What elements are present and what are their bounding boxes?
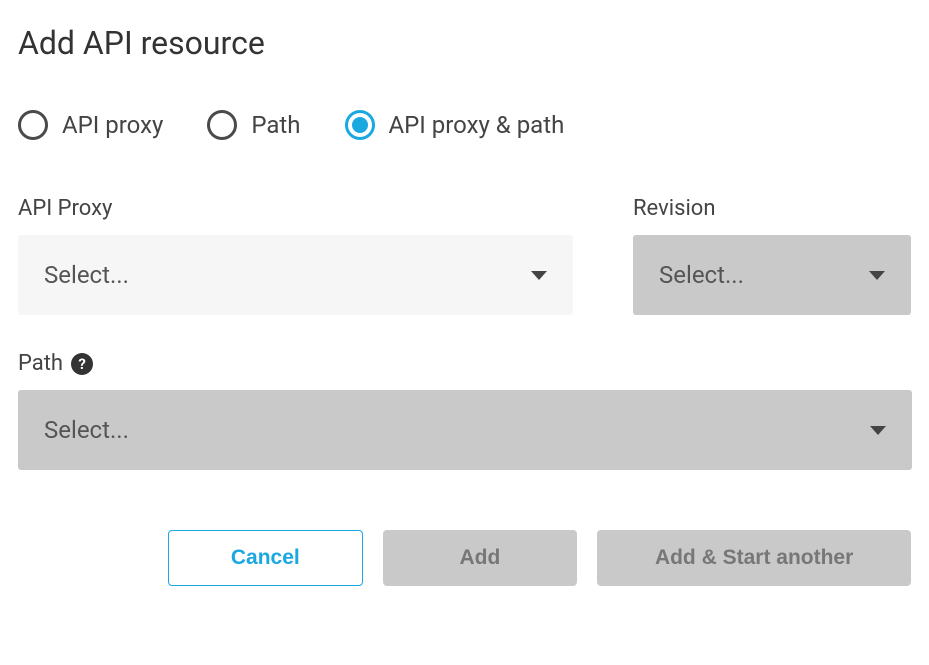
- help-icon[interactable]: ?: [71, 353, 93, 375]
- radio-api-proxy-and-path[interactable]: API proxy & path: [345, 110, 565, 140]
- radio-icon: [18, 110, 48, 140]
- select-placeholder: Select...: [44, 261, 129, 289]
- cancel-button[interactable]: Cancel: [168, 530, 363, 586]
- select-api-proxy[interactable]: Select...: [18, 235, 573, 315]
- add-and-start-another-button[interactable]: Add & Start another: [597, 530, 911, 586]
- chevron-down-icon: [869, 271, 885, 280]
- field-revision: Revision Select...: [633, 196, 911, 315]
- field-label-revision: Revision: [633, 196, 911, 221]
- form-row-proxy-revision: API Proxy Select... Revision Select...: [18, 196, 911, 315]
- radio-label: Path: [251, 111, 300, 139]
- radio-inner-dot: [352, 117, 368, 133]
- field-label-path: Path ?: [18, 351, 912, 376]
- action-button-row: Cancel Add Add & Start another: [18, 530, 911, 586]
- radio-icon-selected: [345, 110, 375, 140]
- chevron-down-icon: [870, 426, 886, 435]
- radio-icon: [207, 110, 237, 140]
- resource-type-radio-group: API proxy Path API proxy & path: [18, 110, 911, 140]
- radio-api-proxy[interactable]: API proxy: [18, 110, 163, 140]
- radio-path[interactable]: Path: [207, 110, 300, 140]
- field-api-proxy: API Proxy Select...: [18, 196, 573, 315]
- radio-label: API proxy & path: [389, 111, 565, 139]
- chevron-down-icon: [531, 271, 547, 280]
- select-placeholder: Select...: [44, 416, 129, 444]
- select-revision[interactable]: Select...: [633, 235, 911, 315]
- field-path: Path ? Select...: [18, 351, 912, 470]
- field-label-text: Path: [18, 351, 63, 376]
- field-label-api-proxy: API Proxy: [18, 196, 573, 221]
- select-path[interactable]: Select...: [18, 390, 912, 470]
- select-placeholder: Select...: [659, 261, 744, 289]
- radio-label: API proxy: [62, 111, 163, 139]
- add-button[interactable]: Add: [383, 530, 578, 586]
- page-title: Add API resource: [18, 24, 911, 62]
